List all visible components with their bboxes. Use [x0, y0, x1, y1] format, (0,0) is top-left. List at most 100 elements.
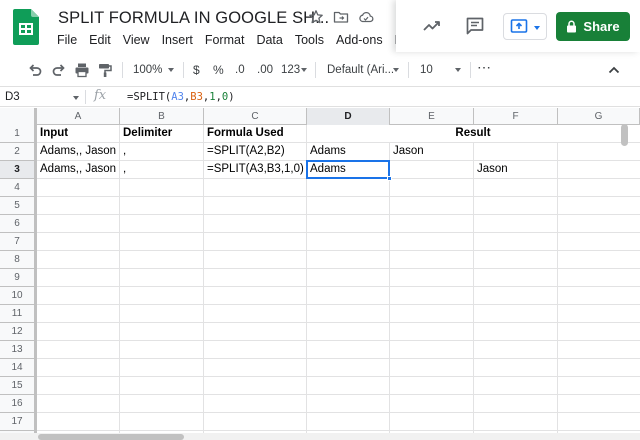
star-icon[interactable]: [308, 9, 324, 25]
grid-line: [37, 430, 640, 431]
row-header-6[interactable]: 6: [0, 215, 37, 233]
menu-data[interactable]: Data: [250, 31, 288, 49]
horizontal-scrollbar[interactable]: [38, 434, 184, 440]
active-cell-selection: [306, 160, 390, 179]
redo-icon[interactable]: [51, 62, 67, 78]
percent-format-button[interactable]: %: [213, 62, 224, 78]
row-header-5[interactable]: 5: [0, 197, 37, 215]
present-icon: [510, 19, 528, 33]
toolbar-divider: [470, 62, 471, 78]
row-header-7[interactable]: 7: [0, 233, 37, 251]
row-header-13[interactable]: 13: [0, 341, 37, 359]
row-header-14[interactable]: 14: [0, 359, 37, 377]
cell-b3[interactable]: ,: [120, 161, 203, 178]
column-header-c[interactable]: C: [204, 108, 307, 125]
comment-history-icon[interactable]: [464, 15, 486, 37]
menu-insert[interactable]: Insert: [156, 31, 199, 49]
row-header-12[interactable]: 12: [0, 323, 37, 341]
grid-line: [557, 125, 558, 440]
grid-line: [37, 214, 640, 215]
cell-d2[interactable]: Adams: [307, 143, 389, 160]
decrease-decimal-button[interactable]: .0: [235, 62, 245, 78]
menu-tools[interactable]: Tools: [289, 31, 330, 49]
chevron-down-icon: [534, 26, 540, 30]
cell-b1[interactable]: Delimiter: [120, 125, 203, 142]
row-header-3[interactable]: 3: [0, 161, 37, 179]
present-button[interactable]: [503, 13, 547, 40]
cell-d1[interactable]: Result: [307, 125, 639, 142]
formula-text: ): [228, 91, 235, 103]
grid-line: [37, 196, 640, 197]
undo-icon[interactable]: [27, 62, 43, 78]
row-header-15[interactable]: 15: [0, 377, 37, 395]
lock-icon: [567, 20, 577, 33]
activity-dashboard-icon[interactable]: [421, 15, 443, 37]
column-header-d[interactable]: D: [307, 108, 390, 125]
chevron-down-icon: [455, 68, 461, 72]
toolbar-divider: [122, 62, 123, 78]
menu-format[interactable]: Format: [199, 31, 251, 49]
name-box[interactable]: D3: [5, 89, 20, 105]
more-options-button[interactable]: ⋯: [477, 59, 491, 75]
row-header-16[interactable]: 16: [0, 395, 37, 413]
cell-a3[interactable]: Adams,, Jason: [37, 161, 119, 178]
toolbar-divider: [408, 62, 409, 78]
fill-handle[interactable]: [387, 176, 392, 181]
increase-decimal-button[interactable]: .00: [257, 62, 273, 78]
cell-c3[interactable]: =SPLIT(A3,B3,1,0): [204, 161, 306, 178]
sheets-logo-icon[interactable]: [13, 9, 39, 45]
toolbar-divider: [183, 62, 184, 78]
paint-format-icon[interactable]: [97, 62, 113, 78]
currency-format-button[interactable]: $: [193, 62, 200, 78]
cell-b2[interactable]: ,: [120, 143, 203, 160]
chevron-down-icon: [73, 96, 79, 100]
row-header-10[interactable]: 10: [0, 287, 37, 305]
column-header-b[interactable]: B: [120, 108, 204, 125]
column-header-e[interactable]: E: [390, 108, 474, 125]
more-formats-select[interactable]: 123: [281, 62, 300, 78]
spreadsheet-grid[interactable]: ABCDEFG123456789101112131415161718InputD…: [0, 108, 640, 440]
row-header-17[interactable]: 17: [0, 413, 37, 431]
chevron-down-icon: [301, 68, 307, 72]
print-icon[interactable]: [74, 62, 90, 78]
toolbar-divider: [315, 62, 316, 78]
collapse-chevron-up-icon[interactable]: [607, 62, 621, 78]
grid-line: [37, 322, 640, 323]
cell-c1[interactable]: Formula Used: [204, 125, 306, 142]
row-header-2[interactable]: 2: [0, 143, 37, 161]
row-header-1[interactable]: 1: [0, 125, 37, 143]
formula-input[interactable]: =SPLIT(A3,B3,1,0): [127, 89, 235, 105]
grid-line: [37, 304, 640, 305]
font-family-select[interactable]: Default (Ari...: [327, 62, 394, 78]
row-header-4[interactable]: 4: [0, 179, 37, 197]
grid-line: [37, 412, 640, 413]
cell-e2[interactable]: Jason: [390, 143, 473, 160]
column-header-a[interactable]: A: [37, 108, 120, 125]
row-header-9[interactable]: 9: [0, 269, 37, 287]
cloud-status-icon[interactable]: [358, 9, 374, 25]
cell-c2[interactable]: =SPLIT(A2,B2): [204, 143, 306, 160]
menu-edit[interactable]: Edit: [83, 31, 117, 49]
share-button[interactable]: Share: [556, 12, 630, 41]
font-size-select[interactable]: 10: [420, 62, 433, 78]
move-to-folder-icon[interactable]: [333, 9, 349, 25]
select-all-corner[interactable]: [0, 108, 37, 125]
menu-view[interactable]: View: [117, 31, 156, 49]
row-header-11[interactable]: 11: [0, 305, 37, 323]
formula-ref: A3: [171, 91, 184, 103]
zoom-select[interactable]: 100%: [133, 62, 162, 78]
fx-icon: fx: [94, 88, 107, 103]
document-title[interactable]: SPLIT FORMULA IN GOOGLE SH...: [58, 9, 329, 28]
grid-line: [37, 358, 640, 359]
cell-a1[interactable]: Input: [37, 125, 119, 142]
menu-add-ons[interactable]: Add-ons: [330, 31, 389, 49]
grid-line: [37, 394, 640, 395]
cell-f3[interactable]: Jason: [474, 161, 557, 178]
grid-line: [37, 232, 640, 233]
row-header-8[interactable]: 8: [0, 251, 37, 269]
vertical-scrollbar[interactable]: [621, 124, 628, 146]
cell-a2[interactable]: Adams,, Jason: [37, 143, 119, 160]
column-header-g[interactable]: G: [558, 108, 640, 125]
menu-file[interactable]: File: [51, 31, 83, 49]
column-header-f[interactable]: F: [474, 108, 558, 125]
